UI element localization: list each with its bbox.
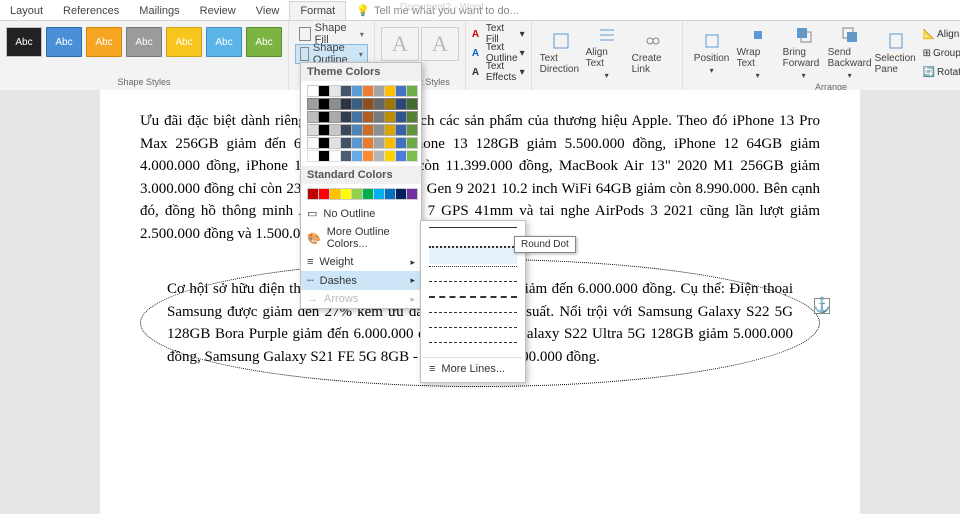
selection-pane-button[interactable]: Selection Pane: [873, 23, 919, 82]
arrows-icon: →: [307, 293, 318, 305]
text-effects-button[interactable]: A Text Effects▾: [472, 63, 525, 81]
shape-outline-button[interactable]: Shape Outline▾: [295, 44, 368, 64]
standard-colors-header: Standard Colors: [301, 166, 421, 184]
shape-outline-popup: Theme Colors Standard Colors ▭No Outline…: [300, 62, 422, 309]
more-lines-icon: ≡: [429, 363, 435, 375]
align-text-button[interactable]: Align Text▾: [584, 23, 630, 82]
theme-colors-header: Theme Colors: [301, 63, 421, 81]
shape-style-7[interactable]: Abc: [246, 27, 282, 57]
bulb-icon: 💡: [356, 4, 370, 17]
weight-icon: ≡: [307, 256, 313, 268]
text-direction-button[interactable]: Text Direction: [538, 23, 584, 82]
shape-fill-button[interactable]: Shape Fill▾: [295, 25, 368, 43]
create-link-button[interactable]: Create Link: [630, 23, 676, 82]
shape-style-5[interactable]: Abc: [166, 27, 202, 57]
color-swatch[interactable]: [406, 98, 418, 110]
standard-color-grid[interactable]: [301, 184, 421, 204]
tab-format[interactable]: Format: [289, 1, 346, 20]
no-outline-item[interactable]: ▭No Outline: [301, 204, 421, 223]
color-swatch[interactable]: [406, 137, 418, 149]
bring-forward-button[interactable]: Bring Forward▾: [781, 23, 827, 82]
shape-style-2[interactable]: Abc: [46, 27, 82, 57]
weight-item[interactable]: ≡Weight▸: [301, 253, 421, 271]
rotate-button[interactable]: 🔄 Rotate ▾: [923, 63, 960, 81]
dash-long-dash-dot-dot[interactable]: [429, 342, 517, 355]
dashes-flyout: ≡More Lines...: [420, 220, 526, 383]
color-swatch[interactable]: [406, 150, 418, 162]
shape-style-4[interactable]: Abc: [126, 27, 162, 57]
dash-solid[interactable]: [429, 227, 517, 240]
align-button[interactable]: 📐 Align ▾: [923, 25, 960, 43]
text-outline-button[interactable]: A Text Outline▾: [472, 44, 525, 62]
more-colors-item[interactable]: 🎨More Outline Colors...: [301, 223, 421, 253]
tab-review[interactable]: Review: [190, 2, 246, 20]
shape-style-gallery[interactable]: Abc Abc Abc Abc Abc Abc Abc: [6, 23, 282, 57]
shape-style-1[interactable]: Abc: [6, 27, 42, 57]
bucket-icon: [299, 27, 311, 41]
anchor-icon[interactable]: ⚓: [814, 298, 830, 314]
dash-dash[interactable]: [429, 281, 517, 294]
ribbon: Abc Abc Abc Abc Abc Abc Abc Shape Styles…: [0, 21, 960, 92]
wordart-style-1[interactable]: A: [381, 27, 419, 61]
dash-dash-dot[interactable]: [429, 296, 517, 310]
tab-view[interactable]: View: [246, 2, 290, 20]
wordart-style-2[interactable]: A: [421, 27, 459, 61]
dash-long-dash-dot[interactable]: [429, 327, 517, 340]
tab-mailings[interactable]: Mailings: [129, 2, 189, 20]
position-button[interactable]: Position▾: [689, 23, 735, 82]
send-backward-button[interactable]: Send Backward▾: [827, 23, 873, 82]
dash-long-dash[interactable]: [429, 312, 517, 325]
dash-round-dot[interactable]: [429, 246, 517, 264]
shape-style-6[interactable]: Abc: [206, 27, 242, 57]
color-swatch[interactable]: [406, 85, 418, 97]
dash-tooltip: Round Dot: [514, 236, 576, 253]
text-fill-button[interactable]: A Text Fill▾: [472, 25, 525, 43]
color-swatch[interactable]: [406, 188, 418, 200]
theme-color-grid[interactable]: [301, 81, 421, 166]
shape-style-3[interactable]: Abc: [86, 27, 122, 57]
color-swatch[interactable]: [406, 111, 418, 123]
tab-references[interactable]: References: [53, 2, 129, 20]
more-lines-item[interactable]: ≡More Lines...: [423, 360, 523, 378]
tab-layout[interactable]: Layout: [0, 2, 53, 20]
no-outline-icon: ▭: [307, 207, 317, 220]
dashes-icon: ┄: [307, 274, 314, 287]
arrows-item: →Arrows▸: [301, 290, 421, 308]
color-swatch[interactable]: [406, 124, 418, 136]
dash-square-dot[interactable]: [429, 266, 517, 279]
group-button[interactable]: ⊞ Group ▾: [923, 44, 960, 62]
shape-styles-label: Shape Styles: [6, 77, 282, 89]
pen-icon: [300, 47, 309, 61]
document-title: Document2 - Word: [400, 0, 960, 15]
palette-icon: 🎨: [307, 232, 321, 245]
dashes-item[interactable]: ┄Dashes▸: [301, 271, 421, 290]
wrap-text-button[interactable]: Wrap Text▾: [735, 23, 781, 82]
